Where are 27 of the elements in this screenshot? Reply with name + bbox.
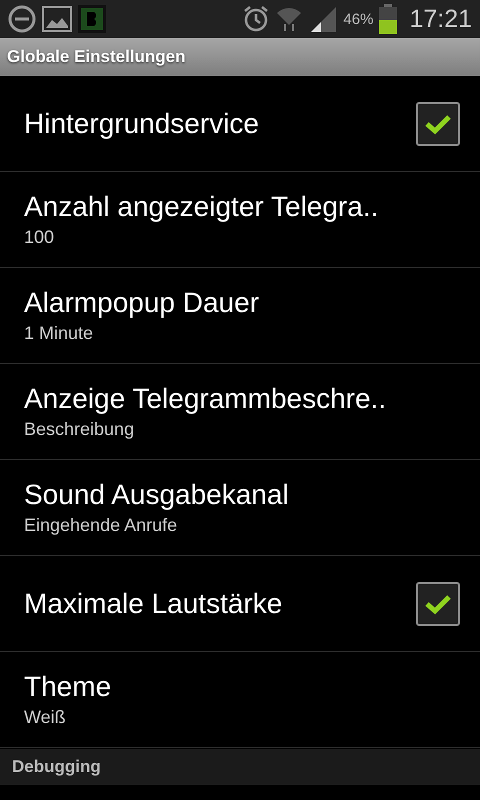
setting-title[interactable]: Hintergrundservice	[24, 108, 416, 140]
section-header: Debugging	[12, 757, 101, 777]
setting-title[interactable]: Theme	[24, 671, 460, 703]
setting-summary: 1 Minute	[24, 323, 94, 344]
checkbox[interactable]	[416, 582, 460, 626]
clock: 17:21	[409, 4, 472, 34]
setting-title[interactable]: Sound Ausgabekanal	[24, 479, 460, 511]
alarm-clock-icon	[243, 5, 270, 33]
setting-title[interactable]: Alarmpopup Dauer	[24, 287, 460, 319]
setting-summary: Eingehende Anrufe	[24, 515, 178, 536]
setting-title[interactable]: Anzeige Telegrammbeschre..	[24, 383, 460, 415]
setting-summary: Beschreibung	[24, 419, 136, 440]
wifi-icon	[275, 5, 304, 33]
setting-title[interactable]: Anzahl angezeigter Telegra..	[24, 191, 460, 223]
checkmark-icon	[424, 592, 452, 614]
image-icon	[42, 6, 72, 32]
do-not-disturb-icon	[8, 5, 36, 33]
setting-title[interactable]: Maximale Lautstärke	[24, 588, 416, 620]
battery-percent: 46%	[343, 10, 374, 28]
signal-icon	[309, 5, 338, 33]
setting-summary: Weiß	[24, 707, 67, 728]
checkmark-icon	[424, 112, 452, 134]
screen-title: Globale Einstellungen	[7, 47, 186, 67]
battery-icon	[379, 4, 398, 34]
checkbox[interactable]	[416, 102, 460, 146]
app-b-icon	[78, 5, 106, 33]
setting-summary: 100	[24, 227, 56, 248]
